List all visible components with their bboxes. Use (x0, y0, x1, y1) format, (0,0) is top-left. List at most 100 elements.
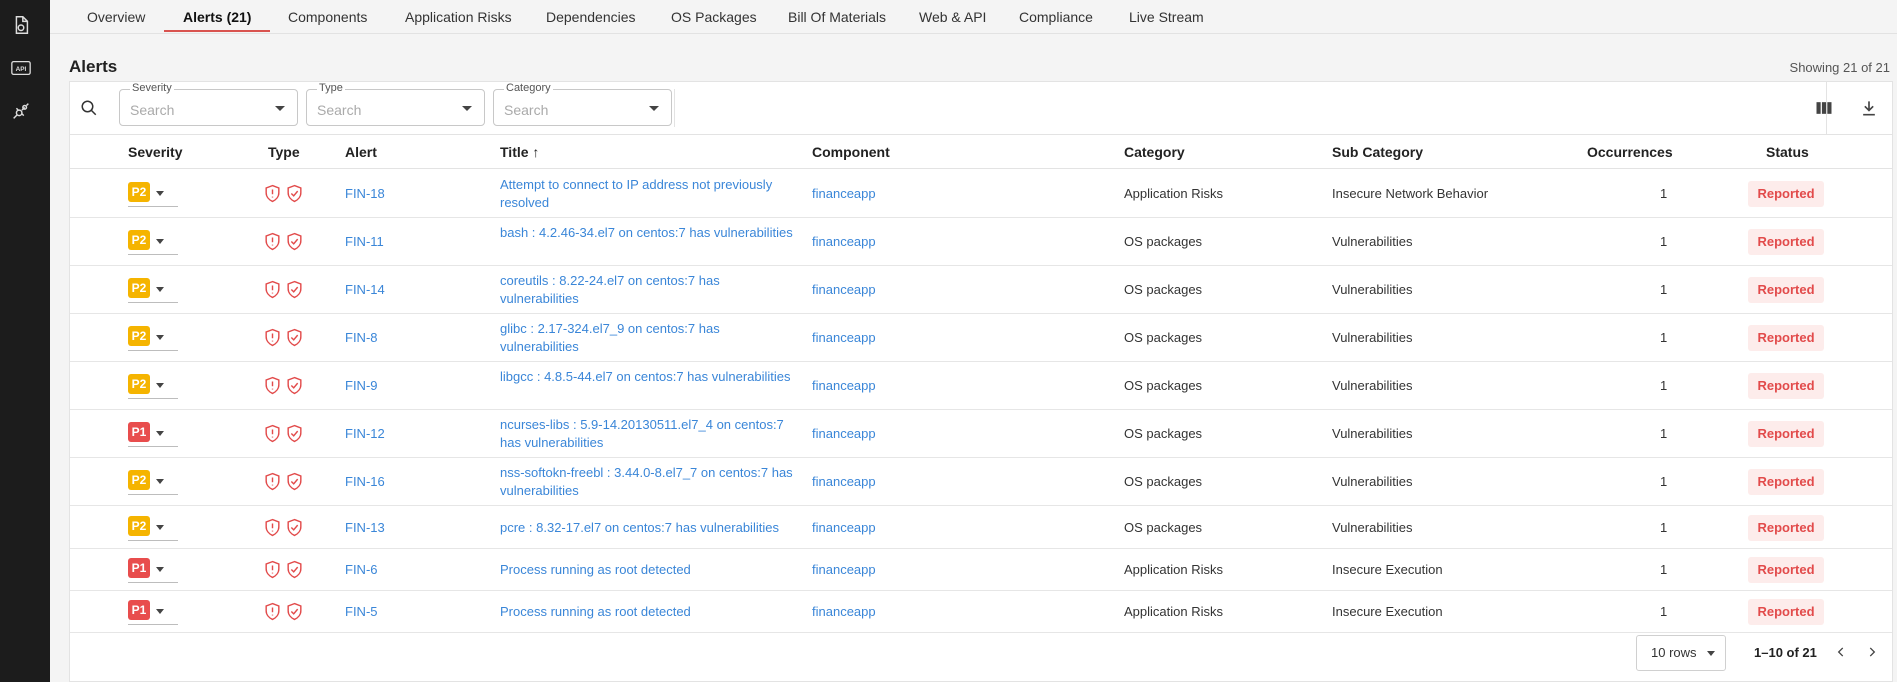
alert-id-link[interactable]: FIN-11 (345, 234, 384, 249)
alert-id-link[interactable]: FIN-8 (345, 330, 378, 345)
alert-title-link[interactable]: glibc : 2.17-324.el7_9 on centos:7 has v… (500, 320, 800, 356)
page-title: Alerts (69, 57, 118, 76)
category-filter[interactable]: Category (493, 82, 672, 126)
severity-badge: P2 (128, 515, 150, 536)
column-header-occurrences[interactable]: Occurrences (1587, 135, 1673, 169)
integration-icon[interactable] (9, 99, 33, 123)
chevron-down-icon[interactable] (275, 106, 285, 111)
chevron-down-icon[interactable] (156, 287, 164, 292)
tab-components[interactable]: Components (288, 0, 367, 32)
alert-id-link[interactable]: FIN-16 (345, 474, 385, 489)
alert-title-link[interactable]: libgcc : 4.8.5-44.el7 on centos:7 has vu… (500, 368, 800, 386)
alert-title-link[interactable]: Process running as root detected (500, 603, 800, 621)
tab-dependencies[interactable]: Dependencies (546, 0, 636, 32)
component-link[interactable]: financeapp (812, 520, 876, 535)
occurrences-cell: 1 (1660, 186, 1668, 201)
columns-button[interactable] (1812, 96, 1836, 120)
type-filter[interactable]: Type (306, 82, 485, 126)
component-link[interactable]: financeapp (812, 562, 876, 577)
severity-badge: P2 (128, 230, 150, 250)
alert-id-link[interactable]: FIN-12 (345, 426, 385, 441)
alert-id-link[interactable]: FIN-13 (345, 520, 385, 535)
table-row[interactable]: P2 FIN-18 Attempt to connect to IP addre… (70, 170, 1892, 218)
severity-badge: P1 (128, 422, 150, 442)
table-row[interactable]: P2 FIN-16 nss-softokn-freebl : 3.44.0-8.… (70, 458, 1892, 506)
chevron-down-icon[interactable] (649, 106, 659, 111)
category-cell: OS packages (1124, 378, 1203, 393)
chevron-down-icon[interactable] (156, 191, 164, 196)
table-header: Severity Type Alert Title ↑ Component Ca… (70, 135, 1892, 169)
alert-id-link[interactable]: FIN-5 (345, 604, 378, 619)
tab-compliance[interactable]: Compliance (1019, 0, 1093, 32)
chevron-down-icon[interactable] (156, 431, 164, 436)
table-row[interactable]: P2 FIN-8 glibc : 2.17-324.el7_9 on cento… (70, 314, 1892, 362)
tab-os-packages[interactable]: OS Packages (671, 0, 757, 32)
column-header-status[interactable]: Status (1766, 135, 1809, 169)
column-header-sub-category[interactable]: Sub Category (1332, 135, 1423, 169)
chevron-down-icon[interactable] (156, 383, 164, 388)
table-row[interactable]: P2 FIN-14 coreutils : 8.22-24.el7 on cen… (70, 266, 1892, 314)
chevron-down-icon[interactable] (156, 567, 164, 572)
column-header-type[interactable]: Type (268, 135, 300, 169)
table-row[interactable]: P2 FIN-9 libgcc : 4.8.5-44.el7 on centos… (70, 362, 1892, 410)
alert-id-link[interactable]: FIN-18 (345, 186, 385, 201)
tab-web-api[interactable]: Web & API (919, 0, 986, 32)
table-row[interactable]: P2 FIN-11 bash : 4.2.46-34.el7 on centos… (70, 218, 1892, 266)
chevron-down-icon[interactable] (156, 609, 164, 614)
tab-overview[interactable]: Overview (87, 0, 145, 32)
tab-bill-of-materials[interactable]: Bill Of Materials (788, 0, 886, 32)
alert-id-link[interactable]: FIN-9 (345, 378, 378, 393)
component-link[interactable]: financeapp (812, 474, 876, 489)
chevron-down-icon[interactable] (156, 524, 164, 530)
rows-per-page-select[interactable]: 10 rows (1636, 635, 1726, 671)
column-header-title[interactable]: Title ↑ (500, 135, 539, 169)
alert-title-link[interactable]: ncurses-libs : 5.9-14.20130511.el7_4 on … (500, 416, 800, 452)
table-row[interactable]: P1 FIN-12 ncurses-libs : 5.9-14.20130511… (70, 410, 1892, 458)
tab-alerts[interactable]: Alerts (21) (183, 0, 251, 32)
component-link[interactable]: financeapp (812, 282, 876, 297)
category-cell: OS packages (1124, 234, 1203, 249)
api-icon[interactable]: API (9, 56, 33, 80)
alert-title-link[interactable]: Attempt to connect to IP address not pre… (500, 176, 800, 212)
search-icon[interactable] (80, 99, 98, 117)
component-link[interactable]: financeapp (812, 186, 876, 201)
tab-live-stream[interactable]: Live Stream (1129, 0, 1204, 32)
column-header-alert[interactable]: Alert (345, 135, 377, 169)
tab-application-risks[interactable]: Application Risks (405, 0, 512, 32)
alert-id-link[interactable]: FIN-6 (345, 562, 378, 577)
severity-badge: P2 (128, 326, 150, 346)
previous-page-button[interactable] (1832, 643, 1850, 661)
next-page-button[interactable] (1863, 643, 1881, 661)
table-row[interactable]: P1 FIN-6 Process running as root detecte… (70, 549, 1892, 591)
severity-select-underline (128, 582, 178, 583)
severity-search-input[interactable] (130, 102, 270, 118)
component-link[interactable]: financeapp (812, 426, 876, 441)
component-link[interactable]: financeapp (812, 330, 876, 345)
chevron-down-icon[interactable] (156, 479, 164, 484)
alert-title-link[interactable]: Process running as root detected (500, 561, 800, 579)
component-link[interactable]: financeapp (812, 378, 876, 393)
alert-title-link[interactable]: nss-softokn-freebl : 3.44.0-8.el7_7 on c… (500, 464, 800, 500)
category-cell: Application Risks (1124, 604, 1223, 619)
chevron-down-icon[interactable] (462, 106, 472, 111)
chevron-down-icon[interactable] (156, 335, 164, 340)
chevron-down-icon (1707, 651, 1715, 656)
alert-id-link[interactable]: FIN-14 (345, 282, 385, 297)
column-header-severity[interactable]: Severity (128, 135, 182, 169)
document-icon[interactable] (9, 13, 33, 37)
alert-title-link[interactable]: coreutils : 8.22-24.el7 on centos:7 has … (500, 272, 800, 308)
severity-select-underline (128, 398, 178, 399)
component-link[interactable]: financeapp (812, 234, 876, 249)
alert-shield-icon (265, 232, 280, 251)
alert-title-link[interactable]: bash : 4.2.46-34.el7 on centos:7 has vul… (500, 224, 800, 242)
alert-title-link[interactable]: pcre : 8.32-17.el7 on centos:7 has vulne… (500, 519, 800, 537)
component-link[interactable]: financeapp (812, 604, 876, 619)
type-search-input[interactable] (317, 102, 457, 118)
category-search-input[interactable] (504, 102, 644, 118)
column-header-category[interactable]: Category (1124, 135, 1185, 169)
chevron-down-icon[interactable] (156, 239, 164, 244)
table-row[interactable]: P2 FIN-13 pcre : 8.32-17.el7 on centos:7… (70, 506, 1892, 549)
column-header-component[interactable]: Component (812, 135, 890, 169)
severity-filter[interactable]: Severity (119, 82, 298, 126)
download-button[interactable] (1857, 96, 1881, 120)
